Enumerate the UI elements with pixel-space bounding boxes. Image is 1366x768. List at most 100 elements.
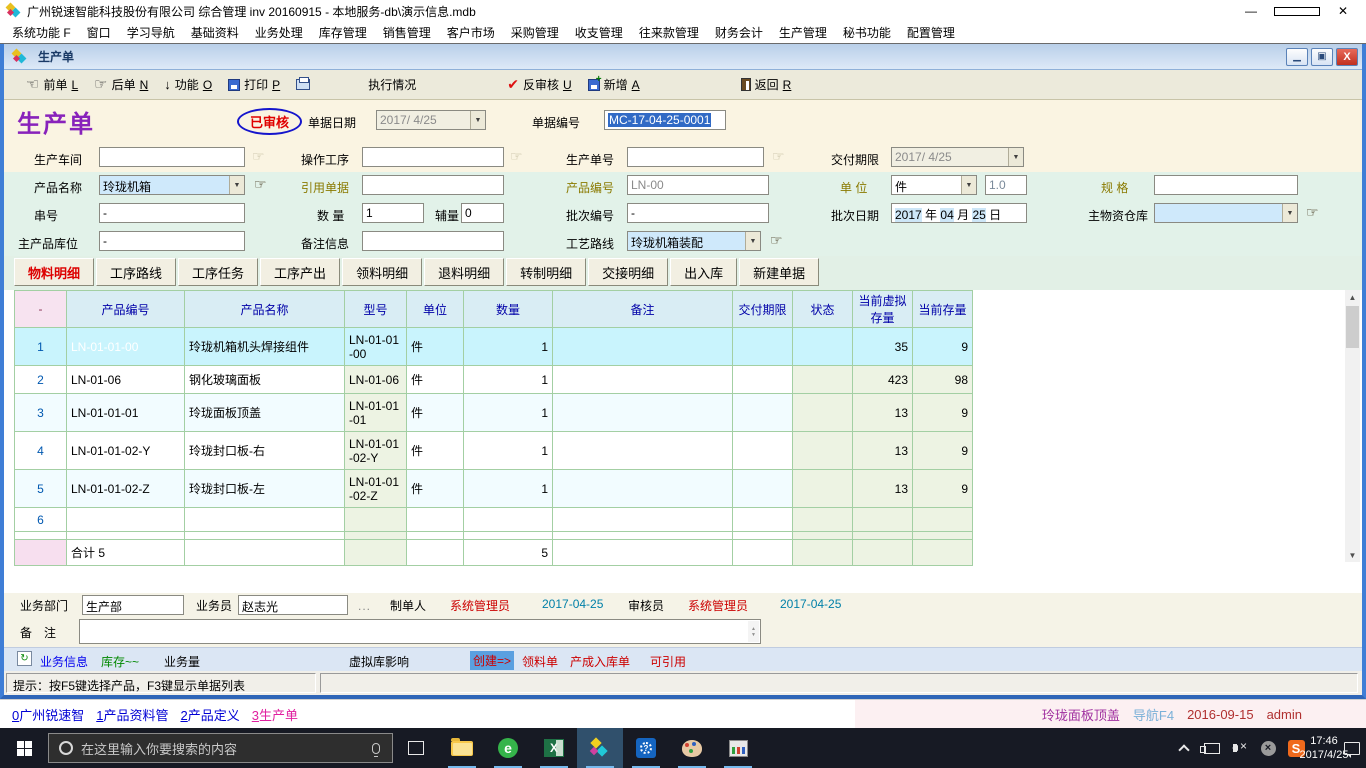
grid-cell[interactable]: LN-01-01-00 xyxy=(345,328,407,366)
grid-cell[interactable]: 9 xyxy=(913,328,973,366)
tab-7[interactable]: 交接明细 xyxy=(588,258,668,286)
chart-app-button[interactable] xyxy=(715,728,761,768)
volume-button[interactable] xyxy=(1226,728,1254,768)
grid-cell[interactable]: 13 xyxy=(853,432,913,470)
grid-cell[interactable] xyxy=(793,432,853,470)
grid-cell[interactable]: 玲珑封口板-左 xyxy=(185,470,345,508)
order-picker-hand-icon[interactable]: ☞ xyxy=(772,148,785,165)
grid-cell[interactable]: 98 xyxy=(913,366,973,394)
grid-cell[interactable] xyxy=(733,328,793,366)
unit-combo[interactable]: 件▼ xyxy=(891,175,977,195)
grid-cell[interactable]: 件 xyxy=(407,328,464,366)
grid-cell[interactable]: 1 xyxy=(464,328,553,366)
grid-cell[interactable]: 35 xyxy=(853,328,913,366)
product-picker-hand-icon[interactable]: ☞ xyxy=(254,176,267,193)
referable-link[interactable]: 可引用 xyxy=(650,653,686,670)
grid-cell[interactable]: 玲珑面板顶盖 xyxy=(185,394,345,432)
erp-app-button[interactable] xyxy=(577,728,623,768)
deadline-combo[interactable]: 2017/ 4/25▼ xyxy=(891,147,1024,167)
finished-instock-link[interactable]: 产成入库单 xyxy=(570,653,630,670)
salesman-more-button[interactable]: ... xyxy=(358,599,371,613)
grid-cell[interactable] xyxy=(185,532,345,540)
grid-cell[interactable] xyxy=(733,394,793,432)
main-warehouse-combo[interactable]: ▼ xyxy=(1154,203,1298,223)
grid-cell[interactable]: 1 xyxy=(464,366,553,394)
unit-factor-input[interactable]: 1.0 xyxy=(985,175,1027,195)
grid-cell[interactable]: 件 xyxy=(407,366,464,394)
menu-item-11[interactable]: 财务会计 xyxy=(707,22,771,43)
child-minimize-button[interactable]: ▁ xyxy=(1286,48,1308,66)
grid-cell[interactable] xyxy=(853,532,913,540)
tab-3[interactable]: 工序产出 xyxy=(260,258,340,286)
menu-item-0[interactable]: 系统功能 F xyxy=(4,22,79,43)
grid-cell[interactable] xyxy=(913,532,973,540)
ref-doc-input[interactable] xyxy=(362,175,504,195)
tab-2[interactable]: 工序任务 xyxy=(178,258,258,286)
task-view-button[interactable] xyxy=(393,728,439,768)
grid-cell[interactable] xyxy=(553,366,733,394)
grid-cell[interactable]: LN-01-01-02-Z xyxy=(67,470,185,508)
stock-link[interactable]: 库存~~ xyxy=(101,653,139,670)
grid-cell[interactable] xyxy=(793,394,853,432)
grid-cell[interactable] xyxy=(733,470,793,508)
grid-cell[interactable]: 3 xyxy=(15,394,67,432)
warehouse-picker-hand-icon[interactable]: ☞ xyxy=(1306,204,1319,221)
grid-cell[interactable]: LN-01-06 xyxy=(345,366,407,394)
grid-cell[interactable]: 钢化玻璃面板 xyxy=(185,366,345,394)
toolbar-printer-icon[interactable] xyxy=(296,79,310,90)
grid-cell[interactable] xyxy=(67,532,185,540)
grid-cell[interactable]: LN-01-01-01 xyxy=(67,394,185,432)
scroll-down-icon[interactable]: ▼ xyxy=(1349,548,1357,562)
child-close-button[interactable]: X xyxy=(1336,48,1358,66)
open-window-tab-2[interactable]: 2产品定义 xyxy=(181,705,240,724)
grid-cell[interactable] xyxy=(67,508,185,532)
grid-cell[interactable]: 9 xyxy=(913,394,973,432)
grid-cell[interactable] xyxy=(553,432,733,470)
spinner-icons[interactable]: ▲▼ xyxy=(748,621,759,642)
workshop-picker-hand-icon[interactable]: ☞ xyxy=(252,148,265,165)
grid-cell[interactable] xyxy=(793,470,853,508)
grid-cell[interactable]: 2 xyxy=(15,366,67,394)
settings-app-button[interactable]: ? xyxy=(623,728,669,768)
scroll-up-icon[interactable]: ▲ xyxy=(1349,290,1357,304)
grid-cell[interactable] xyxy=(553,508,733,532)
product-code-input[interactable]: LN-00 xyxy=(627,175,769,195)
grid-cell[interactable]: 1 xyxy=(464,432,553,470)
grid-cell[interactable]: 1 xyxy=(464,394,553,432)
menu-item-5[interactable]: 库存管理 xyxy=(311,22,375,43)
menu-item-3[interactable]: 基础资料 xyxy=(183,22,247,43)
grid-cell[interactable] xyxy=(464,508,553,532)
grid-cell[interactable]: LN-01-01-01 xyxy=(345,394,407,432)
grid-cell[interactable] xyxy=(553,328,733,366)
grid-cell[interactable] xyxy=(464,532,553,540)
toolbar-next-doc-icon-1[interactable]: ☞后单N xyxy=(94,76,148,93)
chevron-down-icon[interactable]: ▼ xyxy=(745,232,760,250)
grid-cell[interactable] xyxy=(913,508,973,532)
grid-cell[interactable] xyxy=(185,508,345,532)
menu-item-2[interactable]: 学习导航 xyxy=(119,22,183,43)
chevron-down-icon[interactable]: ▼ xyxy=(961,176,976,194)
menu-item-14[interactable]: 配置管理 xyxy=(899,22,963,43)
workshop-input[interactable] xyxy=(99,147,245,167)
child-restore-button[interactable]: ▣ xyxy=(1311,48,1333,66)
menu-item-4[interactable]: 业务处理 xyxy=(247,22,311,43)
grid-scrollbar[interactable]: ▲ ▼ xyxy=(1345,290,1360,562)
chevron-down-icon[interactable]: ▼ xyxy=(1282,204,1297,222)
scroll-thumb[interactable] xyxy=(1346,306,1359,348)
menu-item-9[interactable]: 收支管理 xyxy=(567,22,631,43)
chevron-down-icon[interactable]: ▼ xyxy=(1008,148,1023,166)
chevron-down-icon[interactable]: ▼ xyxy=(470,111,485,129)
main-product-loc-input[interactable]: - xyxy=(99,231,245,251)
paint-app-button[interactable] xyxy=(669,728,715,768)
grid-cell[interactable]: LN-01-01-02-Z xyxy=(345,470,407,508)
open-window-tab-0[interactable]: 0广州锐速智 xyxy=(12,705,84,724)
menu-item-10[interactable]: 往来款管理 xyxy=(631,22,707,43)
grid-cell[interactable]: LN-01-01-02-Y xyxy=(67,432,185,470)
grid-cell[interactable]: 玲珑机箱机头焊接组件 xyxy=(185,328,345,366)
minimize-button[interactable]: — xyxy=(1228,0,1274,22)
grid-cell[interactable] xyxy=(733,508,793,532)
tray-expand-button[interactable] xyxy=(1170,728,1198,768)
route-picker-hand-icon[interactable]: ☞ xyxy=(770,232,783,249)
network-button[interactable] xyxy=(1198,728,1226,768)
grid-cell[interactable]: LN-01-06 xyxy=(67,366,185,394)
